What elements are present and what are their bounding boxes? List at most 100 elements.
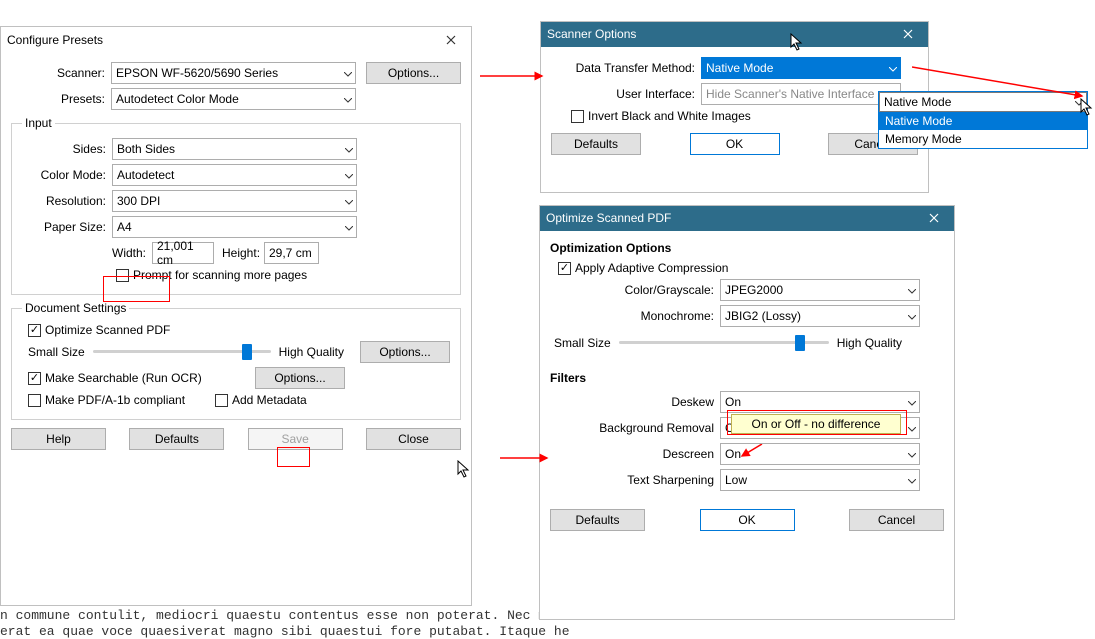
- colorgray-select[interactable]: JPEG2000: [720, 279, 920, 301]
- dropdown-opt1-label: Native Mode: [885, 114, 952, 128]
- presets-label: Presets:: [11, 92, 111, 106]
- close-icon[interactable]: [888, 22, 928, 47]
- opt-smallsize-label: Small Size: [554, 336, 611, 350]
- chevron-down-icon: [345, 168, 353, 182]
- presets-value: Autodetect Color Mode: [116, 92, 239, 106]
- descreen-select[interactable]: On: [720, 443, 920, 465]
- save-label: Save: [281, 432, 308, 446]
- close-button[interactable]: Close: [366, 428, 461, 450]
- deskew-select[interactable]: On: [720, 391, 920, 413]
- prompt-checkbox[interactable]: [116, 269, 129, 282]
- width-label: Width:: [112, 246, 152, 260]
- chevron-down-icon: [908, 421, 916, 435]
- scanner-options-label: Options...: [388, 66, 439, 80]
- configure-presets-window: Configure Presets Scanner: EPSON WF-5620…: [0, 26, 472, 606]
- slider-thumb[interactable]: [242, 344, 252, 360]
- chevron-down-icon: [908, 473, 916, 487]
- optimize-label: Optimize Scanned PDF: [45, 323, 170, 337]
- pdfa-label: Make PDF/A-1b compliant: [45, 393, 215, 407]
- height-value: 29,7 cm: [269, 246, 312, 260]
- mono-select[interactable]: JBIG2 (Lossy): [720, 305, 920, 327]
- descreen-value: On: [725, 447, 741, 461]
- sharpen-select[interactable]: Low: [720, 469, 920, 491]
- filters-heading: Filters: [550, 371, 944, 385]
- opt-defaults-button[interactable]: Defaults: [550, 509, 645, 531]
- annotation-note: On or Off - no difference: [731, 414, 901, 434]
- optimize-checkbox[interactable]: [28, 324, 41, 337]
- width-input[interactable]: 21,001 cm: [152, 242, 214, 264]
- papersize-select[interactable]: A4: [112, 216, 357, 238]
- dtm-value: Native Mode: [706, 61, 773, 75]
- deskew-value: On: [725, 395, 741, 409]
- scanner-options-button[interactable]: Options...: [366, 62, 461, 84]
- dropdown-option-memory[interactable]: Memory Mode: [879, 130, 1087, 148]
- chevron-down-icon: [344, 66, 352, 80]
- close-icon[interactable]: [914, 206, 954, 231]
- background-text: n commune contulit, mediocri quaestu con…: [0, 608, 570, 639]
- invert-checkbox[interactable]: [571, 110, 584, 123]
- resolution-value: 300 DPI: [117, 194, 160, 208]
- mono-value: JBIG2 (Lossy): [725, 309, 801, 323]
- chevron-down-icon: [908, 395, 916, 409]
- dropdown-option-native[interactable]: Native Mode: [879, 112, 1087, 130]
- addmeta-label: Add Metadata: [232, 393, 307, 407]
- opt-ok-button[interactable]: OK: [700, 509, 795, 531]
- resolution-select[interactable]: 300 DPI: [112, 190, 357, 212]
- ocr-checkbox[interactable]: [28, 372, 41, 385]
- addmeta-checkbox[interactable]: [215, 394, 228, 407]
- defaults-button[interactable]: Defaults: [129, 428, 224, 450]
- chevron-down-icon: [344, 92, 352, 106]
- optimize-options-button[interactable]: Options...: [360, 341, 450, 363]
- close-label: Close: [398, 432, 429, 446]
- chevron-down-icon: [908, 283, 916, 297]
- opt-slider-thumb[interactable]: [795, 335, 805, 351]
- optimize-pdf-title: Optimize Scanned PDF: [546, 211, 671, 225]
- papersize-value: A4: [117, 220, 132, 234]
- resolution-label: Resolution:: [22, 194, 112, 208]
- scanner-options-title: Scanner Options: [547, 27, 636, 41]
- colormode-select[interactable]: Autodetect: [112, 164, 357, 186]
- dtm-select[interactable]: Native Mode: [701, 57, 901, 79]
- ui-select[interactable]: Hide Scanner's Native Interface: [701, 83, 901, 105]
- help-button[interactable]: Help: [11, 428, 106, 450]
- sides-select[interactable]: Both Sides: [112, 138, 357, 160]
- mode-dropdown: Native Mode Native Mode Memory Mode: [878, 91, 1088, 149]
- presets-select[interactable]: Autodetect Color Mode: [111, 88, 356, 110]
- height-label: Height:: [222, 246, 264, 260]
- papersize-label: Paper Size:: [22, 220, 112, 234]
- optimize-options-label: Options...: [379, 345, 430, 359]
- configure-presets-titlebar: Configure Presets: [1, 27, 471, 52]
- close-icon[interactable]: [431, 27, 471, 52]
- highquality-label: High Quality: [279, 345, 344, 359]
- colorgray-label: Color/Grayscale:: [550, 283, 720, 297]
- ui-value: Hide Scanner's Native Interface: [706, 87, 874, 101]
- mono-label: Monochrome:: [550, 309, 720, 323]
- chevron-down-icon: [1075, 95, 1083, 109]
- pdfa-checkbox[interactable]: [28, 394, 41, 407]
- ocr-label: Make Searchable (Run OCR): [45, 371, 255, 385]
- opt-quality-slider[interactable]: [619, 333, 829, 353]
- chevron-down-icon: [908, 447, 916, 461]
- save-button[interactable]: Save: [248, 428, 343, 450]
- scanner-select[interactable]: EPSON WF-5620/5690 Series: [111, 62, 356, 84]
- quality-slider[interactable]: [93, 342, 271, 362]
- scanner-value: EPSON WF-5620/5690 Series: [116, 66, 278, 80]
- ocr-options-button[interactable]: Options...: [255, 367, 345, 389]
- document-settings-fieldset: Document Settings Optimize Scanned PDF S…: [11, 301, 461, 420]
- chevron-down-icon: [889, 61, 897, 75]
- chevron-down-icon: [908, 309, 916, 323]
- scanopts-defaults-button[interactable]: Defaults: [551, 133, 641, 155]
- scanopts-ok-label: OK: [726, 137, 743, 151]
- dropdown-current[interactable]: Native Mode: [879, 92, 1087, 112]
- height-input[interactable]: 29,7 cm: [264, 242, 319, 264]
- opt-cancel-button[interactable]: Cancel: [849, 509, 944, 531]
- adaptive-checkbox[interactable]: [558, 262, 571, 275]
- opt-cancel-label: Cancel: [878, 513, 915, 527]
- descreen-label: Descreen: [550, 447, 720, 461]
- opt-ok-label: OK: [738, 513, 755, 527]
- ocr-options-label: Options...: [274, 371, 325, 385]
- scanner-options-window: Scanner Options Data Transfer Method: Na…: [540, 21, 929, 193]
- scanopts-defaults-label: Defaults: [574, 137, 618, 151]
- scanopts-ok-button[interactable]: OK: [690, 133, 780, 155]
- configure-presets-title: Configure Presets: [7, 33, 103, 47]
